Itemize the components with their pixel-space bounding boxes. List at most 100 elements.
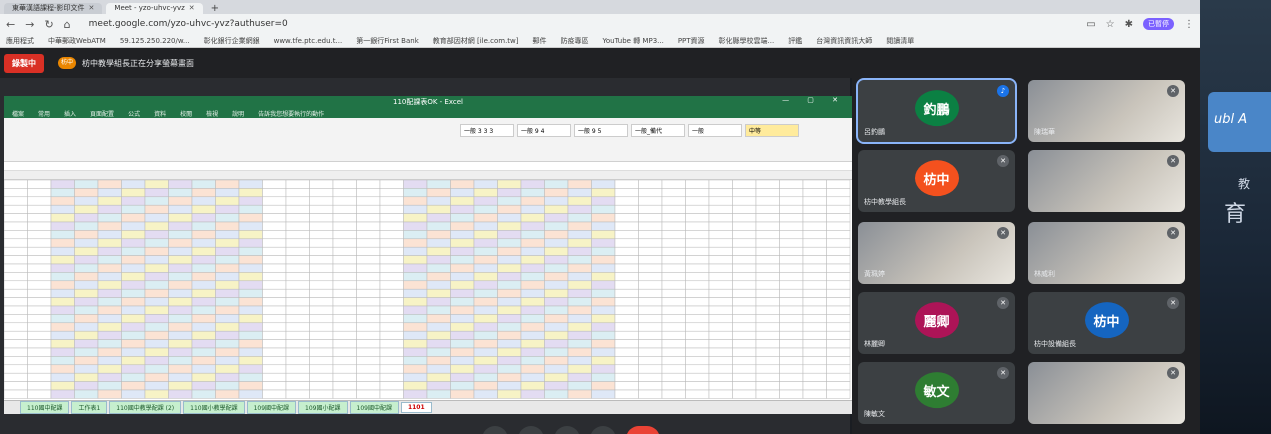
presenter-badge: 枋中 xyxy=(58,57,76,69)
cell-style[interactable]: 一般 xyxy=(688,124,742,137)
bookmark-item[interactable]: 彰化縣學校雲端... xyxy=(719,36,775,46)
excel-menu-item[interactable]: 常用 xyxy=(38,109,50,118)
grid-cell xyxy=(802,347,827,357)
leave-call-button[interactable] xyxy=(626,426,660,434)
excel-menu-item[interactable]: 告訴我您想要執行的動作 xyxy=(258,109,324,118)
bookmark-item[interactable]: 郵件 xyxy=(533,36,547,46)
grid-cell xyxy=(379,280,404,290)
cell-style[interactable]: 一般 9 5 xyxy=(574,124,628,137)
grid-cell xyxy=(238,246,263,256)
close-icon[interactable]: ✕ xyxy=(189,3,195,14)
bookmark-item[interactable]: 第一銀行First Bank xyxy=(356,36,419,46)
sheet-tab[interactable]: 109國中配課 xyxy=(246,401,297,414)
participant-tile[interactable]: 麗卿 ✕ 林麗卿 xyxy=(858,292,1015,354)
grid-cell xyxy=(285,280,310,290)
new-tab-icon[interactable]: + xyxy=(207,3,223,14)
sheet-tab[interactable]: 1101 xyxy=(400,402,432,413)
grid-cell xyxy=(567,305,592,315)
mic-button[interactable] xyxy=(482,426,508,434)
bookmark-item[interactable]: 台灣資訊資訊大師 xyxy=(816,36,872,46)
bookmark-item[interactable]: PPT資源 xyxy=(678,36,705,46)
grid-cell xyxy=(215,238,240,248)
cast-icon[interactable]: ▭ xyxy=(1086,19,1095,30)
camera-button[interactable] xyxy=(518,426,544,434)
grid-cell xyxy=(97,196,122,206)
sheet-tab[interactable]: 109國小配課 xyxy=(298,401,348,414)
caption-button[interactable] xyxy=(554,426,580,434)
excel-menu-item[interactable]: 校閱 xyxy=(180,109,192,118)
window-controls-icon[interactable]: — ▢ ✕ xyxy=(782,96,846,104)
grid-cell xyxy=(685,263,710,273)
participant-name: 林威利 xyxy=(1034,270,1055,278)
participant-tile[interactable]: ✕ 林威利 xyxy=(1028,222,1185,284)
formula-bar[interactable] xyxy=(4,162,852,171)
grid-cell xyxy=(685,221,710,231)
grid-cell xyxy=(309,288,334,298)
browser-tab-meet[interactable]: Meet - yzo-uhvc-yvz ✕ xyxy=(106,3,203,14)
excel-menu-item[interactable]: 公式 xyxy=(128,109,140,118)
mic-status-icon: ✕ xyxy=(1167,367,1179,379)
bookmark-item[interactable]: 59.125.250.220/w... xyxy=(120,37,190,45)
bookmark-item[interactable]: 評鑑 xyxy=(788,36,802,46)
back-icon[interactable]: ← xyxy=(6,18,15,31)
excel-menu-item[interactable]: 說明 xyxy=(232,109,244,118)
excel-menu-item[interactable]: 資料 xyxy=(154,109,166,118)
cell-style[interactable]: 一般 9 4 xyxy=(517,124,571,137)
grid-cell xyxy=(473,272,498,282)
excel-menu-item[interactable]: 頁面配置 xyxy=(90,109,114,118)
bookmark-item[interactable]: 彰化銀行企業網銀 xyxy=(204,36,260,46)
excel-menu-item[interactable]: 插入 xyxy=(64,109,76,118)
grid-cell xyxy=(238,356,263,366)
spreadsheet-grid[interactable] xyxy=(4,180,852,400)
browser-tab[interactable]: 東華漢語課程-影印文件 ✕ xyxy=(4,3,103,14)
star-icon[interactable]: ☆ xyxy=(1106,19,1115,30)
grid-cell xyxy=(544,230,569,240)
cell-style[interactable]: 一般_備代 xyxy=(631,124,685,137)
bookmark-item[interactable]: www.tfe.ptc.edu.t... xyxy=(274,37,343,45)
grid-cell xyxy=(50,196,75,206)
grid-cell xyxy=(567,381,592,391)
bookmark-item[interactable]: 防疫專區 xyxy=(561,36,589,46)
excel-menu-item[interactable]: 檔案 xyxy=(12,109,24,118)
sheet-tab[interactable]: 110國中配課 xyxy=(20,401,70,414)
bookmark-item[interactable]: 中華郵政WebATM xyxy=(48,36,106,46)
bookmark-item[interactable]: 閱讀清單 xyxy=(886,36,914,46)
participant-tile[interactable]: ✕ xyxy=(1028,150,1185,212)
participant-tile[interactable]: 釣鵬 ♪ 呂釣鵬 xyxy=(856,78,1017,144)
menu-icon[interactable]: ⋮ xyxy=(1184,19,1194,30)
bookmark-item[interactable]: 應用程式 xyxy=(6,36,34,46)
sheet-tab[interactable]: 109國中配課 xyxy=(349,401,399,414)
participant-tile[interactable]: 枋中 ✕ 枋中設備組長 xyxy=(1028,292,1185,354)
participant-tile[interactable]: ✕ xyxy=(1028,362,1185,424)
close-icon[interactable]: ✕ xyxy=(89,3,95,14)
participant-tile[interactable]: 枋中 ✕ 枋中教學組長 xyxy=(858,150,1015,212)
grid-cell xyxy=(27,246,52,256)
participant-tile[interactable]: 敏文 ✕ 陳敏文 xyxy=(858,362,1015,424)
grid-cell xyxy=(403,314,428,324)
cell-style[interactable]: 中等 xyxy=(745,124,799,137)
grid-cell xyxy=(379,356,404,366)
cell-style[interactable]: 一般 3 3 3 xyxy=(460,124,514,137)
forward-icon[interactable]: → xyxy=(25,18,34,31)
grid-cell xyxy=(238,272,263,282)
bookmark-item[interactable]: YouTube 轉 MP3... xyxy=(603,36,664,46)
grid-cell xyxy=(332,230,357,240)
extension-icon[interactable]: ✱ xyxy=(1125,19,1133,30)
sheet-tab[interactable]: 110國小教學配課 xyxy=(183,401,245,414)
grid-cell xyxy=(708,204,733,214)
url-field[interactable]: meet.google.com/yzo-uhvc-yvz?authuser=0 xyxy=(89,19,288,29)
grid-cell xyxy=(567,364,592,374)
participant-tile[interactable]: ✕ 黃珮婷 xyxy=(858,222,1015,284)
home-icon[interactable]: ⌂ xyxy=(64,18,71,31)
profile-badge[interactable]: 已暫停 xyxy=(1143,18,1174,30)
grid-cell xyxy=(50,356,75,366)
sheet-tab[interactable]: 110國中教學配課 (2) xyxy=(109,401,182,414)
reload-icon[interactable]: ↻ xyxy=(44,18,53,31)
grid-cell xyxy=(191,364,216,374)
grid-cell xyxy=(309,238,334,248)
excel-menu-item[interactable]: 檢視 xyxy=(206,109,218,118)
present-button[interactable] xyxy=(590,426,616,434)
sheet-tab[interactable]: 工作表1 xyxy=(71,401,108,414)
bookmark-item[interactable]: 教育部因材網 [ile.com.tw] xyxy=(433,36,519,46)
participant-tile[interactable]: ✕ 陳瑞華 xyxy=(1028,80,1185,142)
